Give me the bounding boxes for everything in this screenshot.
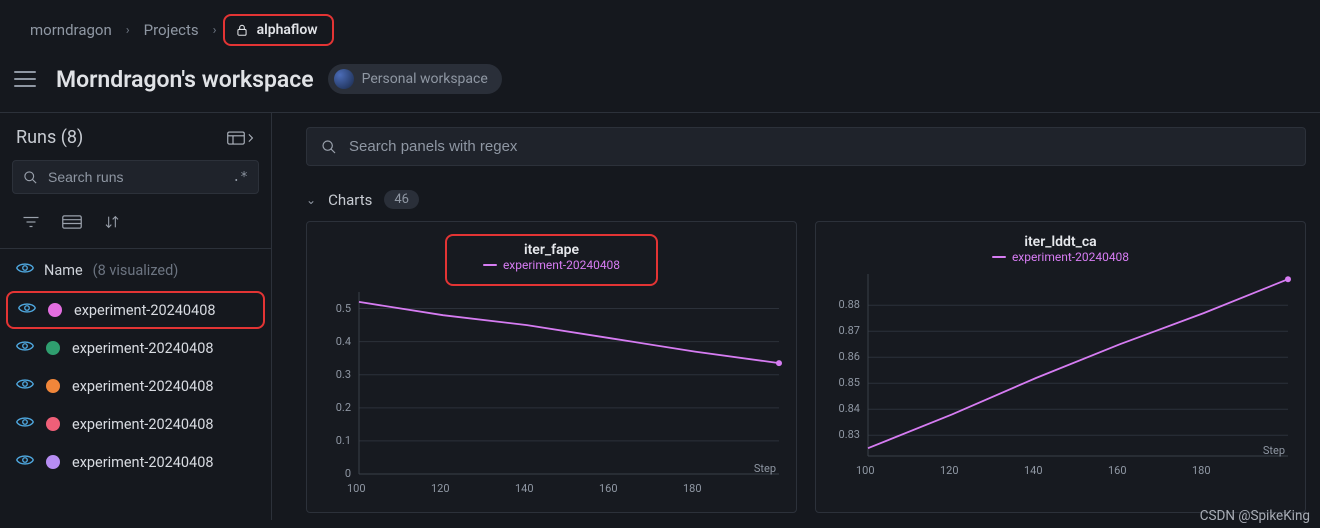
chart-svg — [824, 270, 1300, 490]
run-color-dot — [48, 303, 62, 317]
runs-sidebar: Runs (8) .* — [0, 113, 272, 520]
y-tick: 0.1 — [315, 434, 351, 447]
run-label: experiment-20240408 — [74, 302, 216, 319]
search-icon — [321, 139, 337, 155]
x-axis-label: Step — [754, 462, 776, 475]
filter-icon[interactable] — [22, 215, 40, 233]
run-row[interactable]: experiment-20240408 — [0, 405, 271, 443]
run-row[interactable]: experiment-20240408 — [6, 291, 265, 329]
chevron-right-icon: › — [126, 23, 130, 38]
y-tick: 0.4 — [315, 335, 351, 348]
y-tick: 0.85 — [824, 376, 860, 389]
y-tick: 0 — [315, 467, 351, 480]
x-tick: 100 — [347, 482, 366, 495]
menu-icon[interactable] — [14, 71, 36, 87]
run-color-dot — [46, 417, 60, 431]
sort-icon[interactable] — [104, 214, 120, 234]
y-tick: 0.5 — [315, 302, 351, 315]
plot-area: 0.83 0.84 0.85 0.86 0.87 0.88 100 120 140 160 180 S… — [824, 270, 1297, 490]
run-row[interactable]: experiment-20240408 — [0, 367, 271, 405]
panel-search[interactable] — [306, 127, 1306, 166]
plot-area: 0 0.1 0.2 0.3 0.4 0.5 100 120 140 160 180 Step — [315, 288, 788, 508]
search-runs-input[interactable]: .* — [12, 160, 259, 194]
run-label: experiment-20240408 — [72, 340, 214, 357]
workspace-badge-label: Personal workspace — [362, 71, 488, 87]
x-tick: 140 — [515, 482, 534, 495]
breadcrumb-project-label: alphaflow — [257, 22, 318, 38]
chart-legend: experiment-20240408 — [824, 250, 1297, 264]
x-axis-label: Step — [1263, 444, 1285, 457]
eye-icon[interactable] — [16, 377, 34, 395]
columns-icon[interactable] — [62, 215, 82, 233]
avatar — [334, 69, 354, 89]
runs-name-header[interactable]: Name (8 visualized) — [0, 249, 271, 291]
x-tick: 100 — [856, 464, 875, 477]
regex-hint: .* — [232, 170, 248, 185]
workspace-header: Morndragon's workspace Personal workspac… — [0, 58, 1320, 112]
x-tick: 180 — [1192, 464, 1211, 477]
chevron-right-icon: › — [213, 23, 217, 38]
run-row[interactable]: experiment-20240408 — [0, 329, 271, 367]
chart-count-badge: 46 — [384, 190, 419, 209]
y-tick: 0.2 — [315, 401, 351, 414]
x-tick: 140 — [1024, 464, 1043, 477]
panel-search-field[interactable] — [347, 137, 1291, 156]
run-label: experiment-20240408 — [72, 416, 214, 433]
eye-icon[interactable] — [18, 301, 36, 319]
y-tick: 0.86 — [824, 350, 860, 363]
y-tick: 0.3 — [315, 368, 351, 381]
run-label: experiment-20240408 — [72, 454, 214, 471]
eye-icon[interactable] — [16, 339, 34, 357]
x-tick: 160 — [599, 482, 618, 495]
content-panel: ⌄ Charts 46 iter_fape experiment-2024040… — [272, 113, 1320, 520]
breadcrumb-projects[interactable]: Projects — [136, 17, 207, 43]
chart-svg — [315, 288, 791, 508]
section-title: Charts — [328, 191, 372, 209]
y-tick: 0.84 — [824, 402, 860, 415]
x-tick: 180 — [683, 482, 702, 495]
run-label: experiment-20240408 — [72, 378, 214, 395]
workspace-title: Morndragon's workspace — [56, 66, 314, 93]
chevron-down-icon: ⌄ — [306, 193, 316, 207]
visualized-count: (8 visualized) — [93, 262, 179, 279]
breadcrumb: morndragon › Projects › alphaflow — [0, 0, 1320, 58]
eye-icon[interactable] — [16, 453, 34, 471]
charts-section-header[interactable]: ⌄ Charts 46 — [306, 190, 1306, 209]
search-runs-field[interactable] — [46, 168, 186, 186]
name-header-label: Name — [44, 262, 83, 279]
chevron-right-icon — [247, 133, 255, 143]
chart-legend: experiment-20240408 — [483, 258, 620, 272]
chart-card[interactable]: iter_fape experiment-20240408 0 0.1 0.2 0.3… — [306, 221, 797, 513]
breadcrumb-user[interactable]: morndragon — [22, 17, 120, 43]
y-tick: 0.87 — [824, 324, 860, 337]
layout-toggle[interactable] — [227, 131, 255, 145]
chart-card[interactable]: iter_lddt_ca experiment-20240408 0.830.8… — [815, 221, 1306, 513]
watermark: CSDN @SpikeKing — [1200, 508, 1310, 524]
run-row[interactable]: experiment-20240408 — [0, 443, 271, 481]
run-color-dot — [46, 379, 60, 393]
chart-title: iter_lddt_ca — [824, 234, 1297, 250]
eye-icon[interactable] — [16, 261, 34, 279]
lock-icon — [235, 23, 249, 37]
runs-title: Runs (8) — [16, 127, 83, 148]
y-tick: 0.88 — [824, 298, 860, 311]
search-icon — [23, 170, 38, 185]
y-tick: 0.83 — [824, 428, 860, 441]
x-tick: 120 — [940, 464, 959, 477]
chart-title: iter_fape — [483, 242, 620, 258]
eye-icon[interactable] — [16, 415, 34, 433]
run-color-dot — [46, 455, 60, 469]
x-tick: 160 — [1108, 464, 1127, 477]
breadcrumb-project[interactable]: alphaflow — [223, 14, 334, 46]
x-tick: 120 — [431, 482, 450, 495]
workspace-badge[interactable]: Personal workspace — [328, 64, 502, 94]
run-color-dot — [46, 341, 60, 355]
